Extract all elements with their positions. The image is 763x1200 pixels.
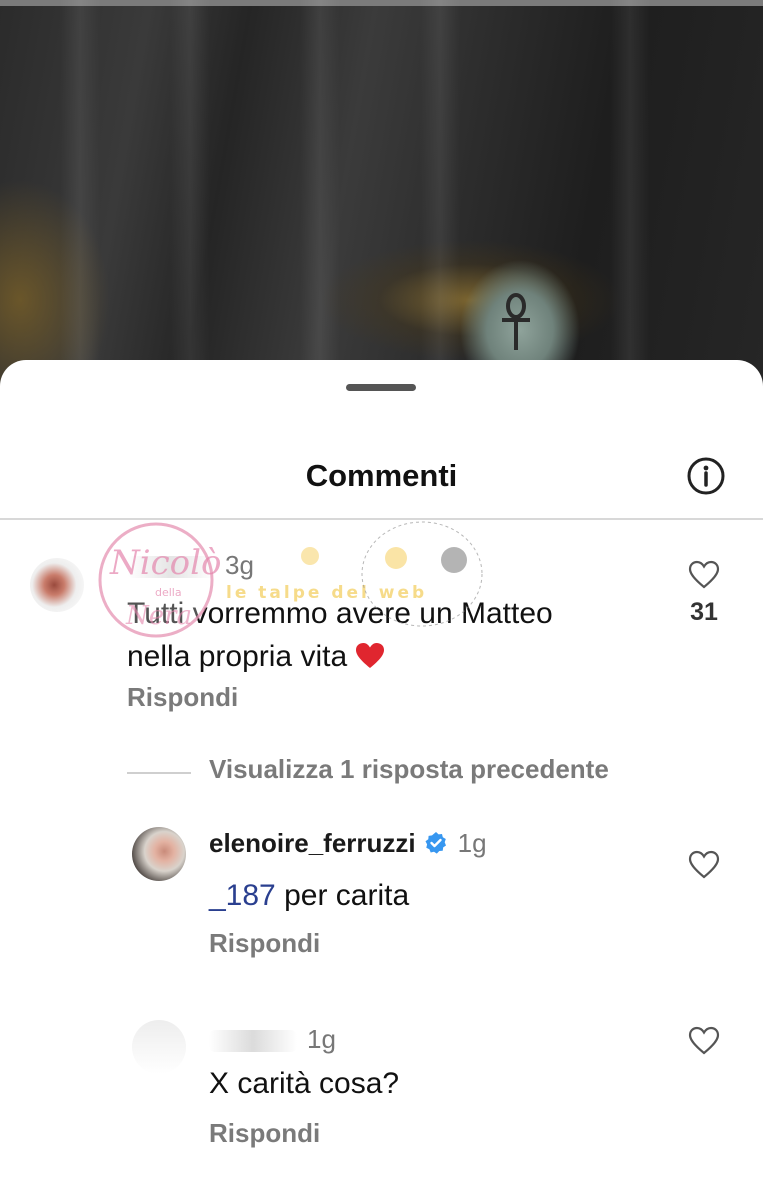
comment-text: Tutti vorremmo avere un Matteo nella pro…	[127, 592, 553, 678]
comment-text-line-2: nella propria vita	[127, 635, 553, 678]
comment-text-line: Tutti vorremmo avere un Matteo	[127, 597, 553, 630]
sheet-drag-handle[interactable]	[346, 384, 416, 391]
username-blurred[interactable]	[209, 1030, 297, 1053]
header-divider	[0, 518, 763, 520]
reply-button[interactable]: Rispondi	[127, 682, 238, 713]
like-heart-icon[interactable]	[688, 1026, 720, 1056]
comments-sheet: Commenti 3g Tutti vorremmo avere un Matt…	[0, 360, 763, 1200]
username-blurred[interactable]	[127, 556, 215, 579]
reply-item: 1g X carità cosa? Rispondi	[0, 1020, 763, 1160]
shirt-fold	[170, 0, 210, 360]
reply-username[interactable]: elenoire_ferruzzi	[209, 828, 416, 858]
info-icon[interactable]	[686, 456, 726, 496]
comment-time: 3g	[225, 550, 254, 580]
video-background[interactable]	[0, 0, 763, 420]
mention-link[interactable]: _187	[209, 879, 276, 912]
reply-meta: 1g	[209, 1024, 336, 1055]
avatar[interactable]	[30, 558, 84, 612]
view-replies-button[interactable]: Visualizza 1 risposta precedente	[127, 752, 647, 792]
verified-badge-icon	[425, 832, 446, 854]
reply-button[interactable]: Rispondi	[209, 928, 320, 959]
shirt-fold	[60, 0, 100, 360]
like-heart-icon[interactable]	[688, 850, 720, 880]
like-count: 31	[690, 598, 718, 626]
shirt-fold	[610, 0, 650, 360]
shirt-fold	[300, 0, 340, 360]
reply-text: _187 per carita	[209, 874, 409, 917]
comment-meta: 3g	[127, 550, 254, 581]
sheet-title: Commenti	[305, 458, 458, 493]
reply-button[interactable]: Rispondi	[209, 1118, 320, 1149]
reply-item: elenoire_ferruzzi 1g _187 per carita Risp…	[0, 824, 763, 964]
like-heart-icon[interactable]	[688, 560, 720, 590]
reply-time: 1g	[307, 1024, 336, 1054]
comment-text-line: nella propria vita	[127, 640, 348, 673]
comment-item: 3g Tutti vorremmo avere un Matteo nella …	[0, 550, 763, 712]
shirt-fold	[420, 0, 460, 360]
avatar[interactable]	[132, 1020, 186, 1074]
red-heart-emoji-icon	[356, 643, 385, 668]
reply-text-body: per carita	[275, 879, 410, 912]
reply-meta: elenoire_ferruzzi 1g	[209, 828, 487, 859]
reply-time: 1g	[457, 828, 487, 858]
ankh-pendant-icon	[502, 293, 530, 350]
avatar[interactable]	[132, 827, 186, 881]
replies-line	[127, 772, 191, 774]
reply-text: X carità cosa?	[209, 1067, 400, 1100]
view-replies-label: Visualizza 1 risposta precedente	[209, 754, 609, 784]
